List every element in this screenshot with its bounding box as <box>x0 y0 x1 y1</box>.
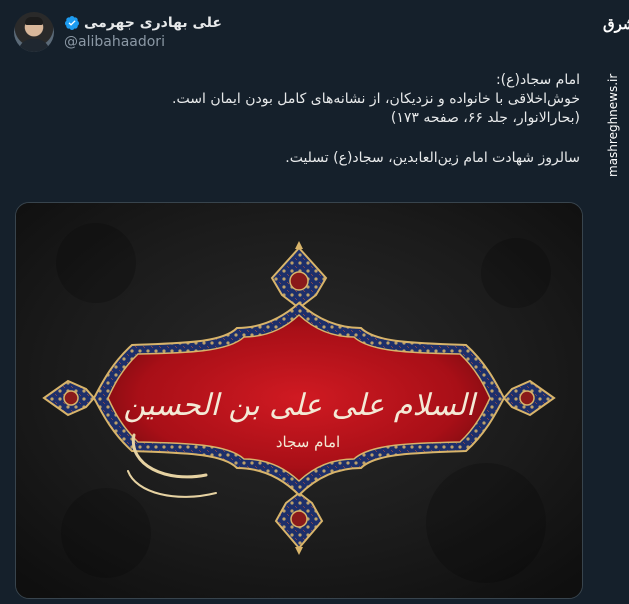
avatar[interactable] <box>14 12 54 52</box>
watermark-url: mashreghnews.ir <box>606 73 620 177</box>
watermark-logo: مشرق <box>603 15 629 33</box>
calligraphy-sub: امام سجاد <box>276 433 340 451</box>
avatar-hair <box>25 17 43 25</box>
user-info: علی بهادری جهرمی @alibahaadori <box>64 15 222 50</box>
name-row: علی بهادری جهرمی <box>64 15 222 31</box>
tweet-line-2: خوش‌اخلاقی با خانواده و نزدیکان، از نشان… <box>172 91 580 107</box>
tweet-text: امام سجاد(ع): خوش‌اخلاقی با خانواده و نز… <box>40 71 580 168</box>
handle[interactable]: @alibahaadori <box>64 34 222 50</box>
tweet-card[interactable]: علی بهادری جهرمی @alibahaadori امام سجاد… <box>0 0 598 604</box>
verified-badge-icon <box>64 15 79 30</box>
watermark-strip: مشرق mashreghnews.ir <box>600 0 629 604</box>
tweet-header: علی بهادری جهرمی @alibahaadori <box>14 12 222 52</box>
display-name[interactable]: علی بهادری جهرمی <box>84 15 222 31</box>
calligraphy-main: السلام علی علی بن الحسین <box>123 388 478 423</box>
tweet-line-3: (بحارالانوار، جلد ۶۶، صفحه ۱۷۳) <box>390 110 580 126</box>
tweet-line-4: سالروز شهادت امام زین‌العابدین، سجاد(ع) … <box>285 150 580 166</box>
tweet-media-image[interactable]: السلام علی علی بن الحسین امام سجاد <box>15 202 583 599</box>
screenshot-frame: علی بهادری جهرمی @alibahaadori امام سجاد… <box>0 0 629 604</box>
tweet-line-1: امام سجاد(ع): <box>495 72 580 88</box>
avatar-suit <box>18 39 50 52</box>
memorial-banner-artwork: السلام علی علی بن الحسین امام سجاد <box>16 203 582 598</box>
